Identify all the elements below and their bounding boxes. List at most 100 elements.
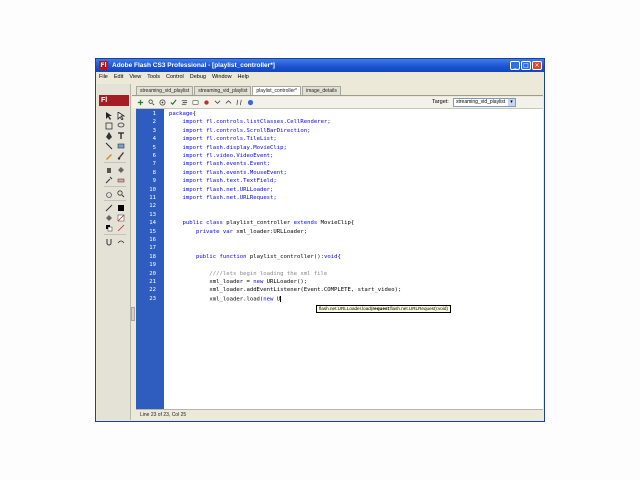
subselection-tool-icon[interactable] [116,111,126,120]
code-hint-icon[interactable] [191,99,200,107]
rectangle-tool-icon[interactable] [116,141,126,150]
tools-panel: Fl [97,84,131,420]
code-line: private var xml_loader:URLLoader; [195,228,308,235]
target-path-icon[interactable] [158,99,167,107]
menu-window[interactable]: Window [212,74,232,80]
code-line: import flash.events.MouseEvent; [182,169,287,176]
paint-bucket-tool-icon[interactable] [116,165,126,174]
comment-icon[interactable] [235,99,244,107]
pencil-tool-icon[interactable] [104,151,114,160]
code-line: import flash.display.MovieClip; [182,144,287,151]
debug-options-icon[interactable] [202,99,211,107]
line-number: 2 [152,119,156,126]
menu-debug[interactable]: Debug [190,74,206,80]
menu-control[interactable]: Control [166,74,184,80]
add-statement-icon[interactable] [136,99,145,107]
code-line: import fl.controls.listClasses.CellRende… [182,119,331,126]
snap-to-objects-icon[interactable] [104,237,114,246]
find-icon[interactable] [147,99,156,107]
ink-bottle-tool-icon[interactable] [104,165,114,174]
eraser-tool-icon[interactable] [116,175,126,184]
free-transform-tool-icon[interactable] [104,121,114,130]
code-line: import flash.events.Event; [182,161,271,168]
selection-tool-icon[interactable] [104,111,114,120]
tab-streaming-vid-playlist-1[interactable]: streaming_vid_playlist [136,86,194,95]
tool-separator [104,234,126,236]
cursor-position: Line 23 of 23, Col 25 [140,412,187,418]
brush-tool-icon[interactable] [116,151,126,160]
target-select[interactable]: streaming_vid_playlist ▾ [453,98,516,107]
tool-separator [104,162,126,164]
tab-streaming-vid-playlist-2[interactable]: streaming_vid_playlist [194,86,252,95]
line-number: 17 [149,245,156,252]
tooltip-prefix: flash.net.URLLoader.load( [319,306,373,311]
code-line: ////lets begin loading the xml file [169,270,328,277]
tab-playlist-controller[interactable]: playlist_controller* [252,86,301,95]
code-line: import flash.net.URLLoader; [182,186,274,193]
line-number-gutter: 1 2 3 4 5 6 7 8 9 10 11 12 13 14 15 16 17 18 19 20 21 22 23 [136,109,164,409]
maximize-button[interactable]: □ [521,61,531,70]
tab-image-details[interactable]: image_details [301,86,341,95]
menu-help[interactable]: Help [238,74,249,80]
line-number: 13 [149,211,156,218]
tool-grid [104,111,126,246]
line-number: 21 [149,279,156,285]
script-toolbar: Target: streaming_vid_playlist ▾ [132,97,543,108]
zoom-tool-icon[interactable] [116,189,126,198]
menu-edit[interactable]: Edit [114,74,123,80]
code-line: xml_loader.load(new U [169,295,282,303]
code-line: import fl.controls.ScrollBarDirection; [182,127,311,134]
expand-icon[interactable] [224,99,233,107]
flash-logo: Fl [99,95,129,106]
minimize-button[interactable]: _ [510,61,520,70]
line-number: 18 [149,253,156,260]
help-icon[interactable] [246,99,255,107]
line-number: 9 [152,178,156,185]
no-color-icon[interactable] [116,223,126,232]
line-number: 3 [152,127,156,134]
flash-window: Fl Adobe Flash CS3 Professional - [playl… [95,58,545,422]
lasso-tool-icon[interactable] [116,121,126,130]
hand-tool-icon[interactable] [104,189,114,198]
collapse-icon[interactable] [213,99,222,107]
line-number: 16 [149,237,156,243]
pen-tool-icon[interactable] [104,131,114,140]
menu-file[interactable]: File [99,74,108,80]
text-tool-icon[interactable] [116,131,126,140]
code-line: xml_loader.addEventListener(Event.COMPLE… [169,287,402,294]
line-number: 19 [149,262,156,269]
panel-resize-handle[interactable] [131,307,135,321]
close-button[interactable]: × [532,61,542,70]
line-number: 8 [152,169,156,176]
line-number: 14 [149,220,156,227]
code-editor[interactable]: 1 2 3 4 5 6 7 8 9 10 11 12 13 14 15 16 17 18 19 20 21 22 23 pa… [136,108,543,409]
code-line: xml_loader = new URLLoader(); [169,279,308,285]
menu-view[interactable]: View [129,74,141,80]
swap-colors-icon[interactable] [104,223,114,232]
smooth-icon[interactable] [116,237,126,246]
stroke-swatch-icon[interactable] [116,203,126,212]
menu-bar: File Edit View Tools Control Debug Windo… [96,72,544,82]
title-bar[interactable]: Fl Adobe Flash CS3 Professional - [playl… [96,59,544,72]
line-tool-icon[interactable] [104,141,114,150]
menu-tools[interactable]: Tools [147,74,160,80]
check-syntax-icon[interactable] [169,99,178,107]
code-line: import fl.controls.TileList; [182,136,277,143]
line-number: 22 [149,287,156,294]
fill-swatch-icon[interactable] [116,213,126,222]
code-line: public function playlist_controller():vo… [195,253,341,260]
window-title: Adobe Flash CS3 Professional - [playlist… [112,62,275,69]
chevron-down-icon[interactable]: ▾ [508,99,515,106]
stroke-color-icon[interactable] [104,203,114,212]
document-tabs: streaming_vid_playlist streaming_vid_pla… [132,86,543,96]
auto-format-icon[interactable] [180,99,189,107]
target-label: Target: [432,99,449,105]
code-line: package{ [169,111,196,117]
window-controls: _ □ × [510,61,542,70]
eyedropper-tool-icon[interactable] [104,175,114,184]
code-hint-tooltip: flash.net.URLLoader.load(request:flash.n… [316,305,451,313]
fill-color-icon[interactable] [104,213,114,222]
status-bar: Line 23 of 23, Col 25 [136,409,543,420]
tooltip-suffix: :flash.net.URLRequest):void) [388,306,448,311]
line-number: 23 [149,295,156,302]
